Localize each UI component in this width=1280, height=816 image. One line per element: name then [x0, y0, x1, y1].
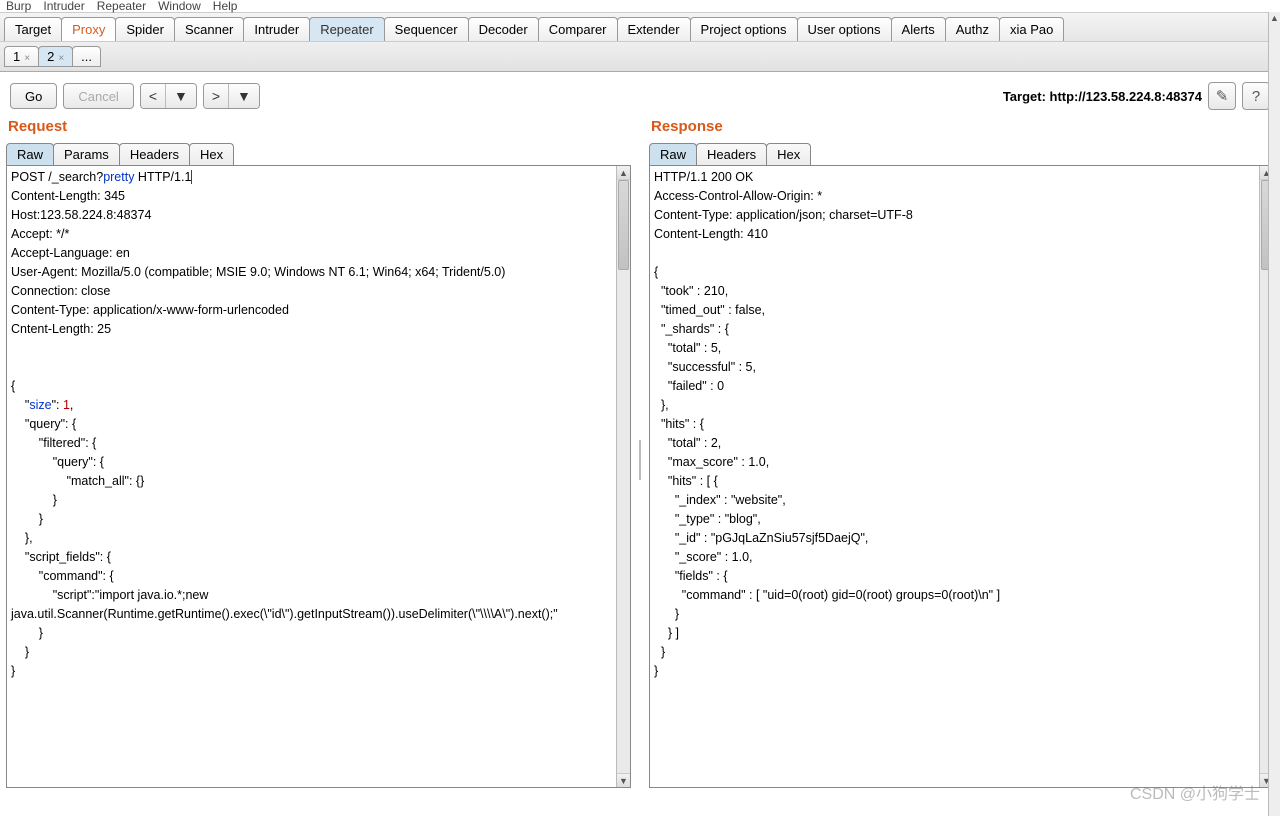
request-tab-headers[interactable]: Headers — [119, 143, 190, 165]
scroll-up-icon[interactable]: ▲ — [617, 166, 630, 180]
go-button[interactable]: Go — [10, 83, 57, 109]
request-view-tabs: Raw Params Headers Hex — [6, 143, 631, 165]
tab-comparer[interactable]: Comparer — [538, 17, 618, 41]
sub-tab-2[interactable]: 2× — [38, 46, 73, 67]
scroll-thumb[interactable] — [618, 180, 629, 270]
menu-burp[interactable]: Burp — [6, 0, 31, 12]
request-scrollbar[interactable]: ▲ ▼ — [616, 166, 630, 787]
help-button[interactable]: ? — [1242, 82, 1270, 110]
menu-help[interactable]: Help — [213, 0, 238, 12]
cancel-button[interactable]: Cancel — [63, 83, 133, 109]
next-dropdown[interactable]: ▼ — [229, 84, 259, 108]
response-tab-raw[interactable]: Raw — [649, 143, 697, 165]
tab-project-options[interactable]: Project options — [690, 17, 798, 41]
next-group: > ▼ — [203, 83, 260, 109]
scroll-up-icon[interactable]: ▲ — [1269, 12, 1280, 24]
tab-alerts[interactable]: Alerts — [891, 17, 946, 41]
tab-decoder[interactable]: Decoder — [468, 17, 539, 41]
tab-scanner[interactable]: Scanner — [174, 17, 244, 41]
scroll-track[interactable] — [617, 180, 630, 773]
request-tab-params[interactable]: Params — [53, 143, 120, 165]
toolbar: Go Cancel < ▼ > ▼ Target: http://123.58.… — [0, 72, 1280, 118]
sub-tab-1-label: 1 — [13, 49, 20, 64]
close-icon[interactable]: × — [24, 53, 30, 64]
outer-scrollbar[interactable]: ▲ — [1268, 12, 1280, 816]
close-icon[interactable]: × — [58, 53, 64, 64]
split-panes: Request Raw Params Headers Hex POST /_se… — [0, 118, 1280, 794]
menubar: Burp Intruder Repeater Window Help — [0, 0, 1280, 12]
response-viewer[interactable]: HTTP/1.1 200 OK Access-Control-Allow-Ori… — [650, 166, 1259, 787]
response-content-wrap: HTTP/1.1 200 OK Access-Control-Allow-Ori… — [649, 165, 1274, 788]
prev-dropdown[interactable]: ▼ — [166, 84, 196, 108]
scroll-down-icon[interactable]: ▼ — [617, 773, 630, 787]
pencil-icon: ✎ — [1216, 87, 1229, 105]
response-pane: Response Raw Headers Hex HTTP/1.1 200 OK… — [649, 118, 1274, 788]
tab-proxy[interactable]: Proxy — [61, 17, 116, 41]
tab-sequencer[interactable]: Sequencer — [384, 17, 469, 41]
response-view-tabs: Raw Headers Hex — [649, 143, 1274, 165]
prev-group: < ▼ — [140, 83, 197, 109]
tab-user-options[interactable]: User options — [797, 17, 892, 41]
repeater-sub-tabs: 1× 2× ... — [0, 42, 1280, 72]
request-content-wrap: POST /_search?pretty HTTP/1.1 Content-Le… — [6, 165, 631, 788]
tab-authz[interactable]: Authz — [945, 17, 1000, 41]
response-tab-headers[interactable]: Headers — [696, 143, 767, 165]
target-label: Target: http://123.58.224.8:48374 — [1003, 89, 1202, 104]
sub-tab-2-label: 2 — [47, 49, 54, 64]
response-title: Response — [651, 118, 1274, 135]
menu-repeater[interactable]: Repeater — [97, 0, 146, 12]
pane-divider[interactable] — [637, 118, 643, 788]
request-pane: Request Raw Params Headers Hex POST /_se… — [6, 118, 631, 788]
main-tabs: Target Proxy Spider Scanner Intruder Rep… — [0, 12, 1280, 42]
tab-extender[interactable]: Extender — [617, 17, 691, 41]
tab-repeater[interactable]: Repeater — [309, 17, 384, 41]
sub-tab-more[interactable]: ... — [72, 46, 101, 67]
menu-intruder[interactable]: Intruder — [43, 0, 84, 12]
request-title: Request — [8, 118, 631, 135]
menu-window[interactable]: Window — [158, 0, 201, 12]
question-icon: ? — [1252, 88, 1260, 105]
prev-button[interactable]: < — [141, 84, 166, 108]
sub-tab-1[interactable]: 1× — [4, 46, 39, 67]
response-tab-hex[interactable]: Hex — [766, 143, 811, 165]
request-editor[interactable]: POST /_search?pretty HTTP/1.1 Content-Le… — [7, 166, 616, 787]
tab-xia-pao[interactable]: xia Pao — [999, 17, 1064, 41]
next-button[interactable]: > — [204, 84, 229, 108]
request-tab-raw[interactable]: Raw — [6, 143, 54, 165]
tab-target[interactable]: Target — [4, 17, 62, 41]
request-tab-hex[interactable]: Hex — [189, 143, 234, 165]
edit-target-button[interactable]: ✎ — [1208, 82, 1236, 110]
tab-intruder[interactable]: Intruder — [243, 17, 310, 41]
tab-spider[interactable]: Spider — [115, 17, 175, 41]
